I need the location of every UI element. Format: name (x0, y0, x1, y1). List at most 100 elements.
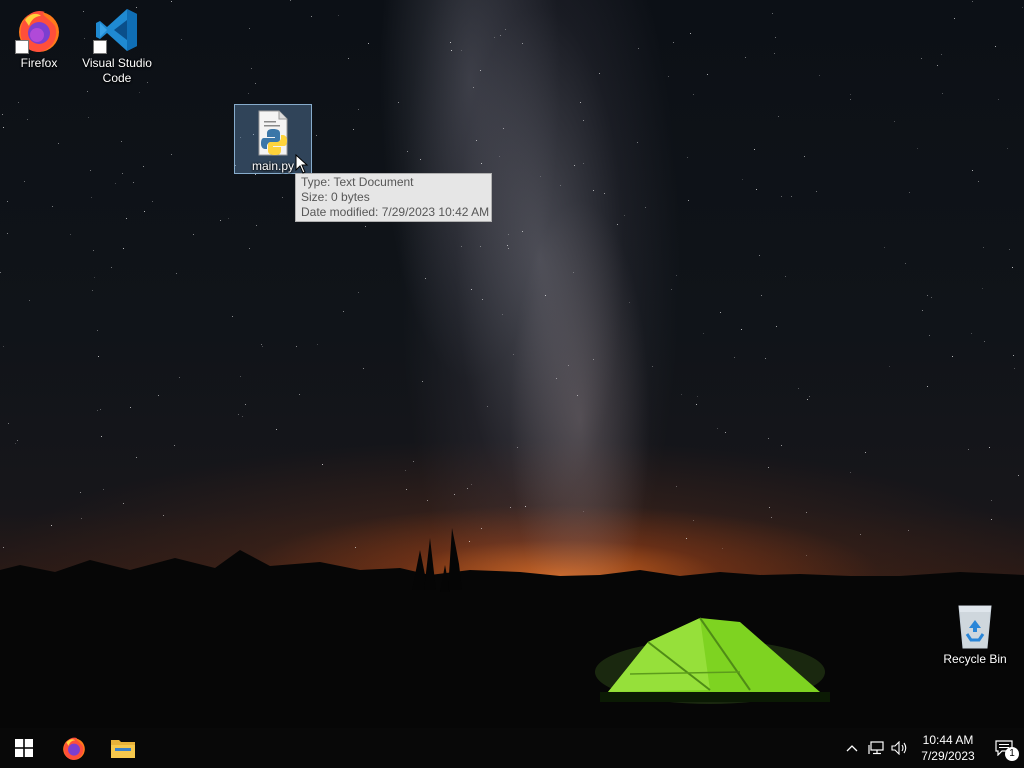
star (481, 163, 482, 164)
file-explorer-taskbar-button[interactable] (99, 728, 147, 768)
star (687, 157, 688, 158)
star (617, 224, 618, 225)
network-icon (868, 741, 884, 755)
star (81, 518, 82, 519)
star (676, 275, 677, 276)
star (143, 166, 144, 167)
clock-date: 7/29/2023 (921, 749, 975, 763)
star (865, 452, 866, 453)
star (94, 277, 95, 278)
star (637, 142, 638, 143)
star (1007, 148, 1008, 149)
star (97, 330, 98, 331)
star (776, 326, 777, 327)
star (927, 386, 928, 387)
star (454, 494, 455, 495)
star (604, 193, 605, 194)
vscode-icon (93, 6, 141, 54)
star (741, 329, 742, 330)
star (593, 359, 594, 360)
star (123, 503, 124, 504)
star (671, 289, 672, 290)
star (91, 197, 92, 198)
star (406, 489, 407, 490)
star (176, 273, 177, 274)
star (968, 449, 969, 450)
star (508, 234, 509, 235)
star (937, 65, 938, 66)
star (103, 489, 104, 490)
star (1009, 249, 1010, 250)
start-button[interactable] (0, 728, 48, 768)
chevron-up-icon (846, 745, 858, 752)
desktop-icon-label: Recycle Bin (943, 652, 1007, 666)
star (772, 13, 773, 14)
tooltip-date-modified: Date modified: 7/29/2023 10:42 AM (301, 205, 490, 219)
star (1012, 267, 1013, 268)
action-center-button[interactable]: 1 (984, 728, 1024, 768)
star (540, 176, 541, 177)
star (754, 149, 755, 150)
star (759, 255, 760, 256)
star (398, 102, 399, 103)
star (668, 76, 669, 77)
star (775, 37, 776, 38)
star (508, 248, 509, 249)
star (781, 196, 782, 197)
star (27, 119, 28, 120)
star (942, 93, 943, 94)
star (407, 151, 408, 152)
star (238, 414, 239, 415)
star (256, 225, 257, 226)
star (673, 42, 674, 43)
folder-icon (111, 740, 135, 758)
star (348, 58, 349, 59)
star (126, 218, 127, 219)
star (905, 263, 906, 264)
star (296, 346, 297, 347)
star (545, 295, 546, 296)
star (7, 201, 8, 202)
volume-tray-button[interactable] (888, 728, 912, 768)
star (769, 507, 770, 508)
star (717, 428, 718, 429)
desktop-icon-recycle-bin[interactable]: Recycle Bin (937, 602, 1013, 667)
star (255, 174, 256, 175)
windows-logo-icon (15, 739, 33, 757)
star (3, 127, 4, 128)
star (720, 312, 721, 313)
star (807, 399, 808, 400)
tooltip-type: Type: Text Document (301, 175, 414, 189)
star (503, 128, 504, 129)
star (420, 159, 421, 160)
desktop-icon-firefox[interactable]: Firefox (1, 6, 77, 71)
taskbar-clock[interactable]: 10:44 AM 7/29/2023 (912, 732, 984, 764)
desktop-icon-vscode[interactable]: Visual Studio Code (79, 6, 155, 86)
star (984, 341, 985, 342)
star (261, 344, 262, 345)
show-hidden-icons-button[interactable] (840, 728, 864, 768)
star (768, 438, 769, 439)
star (599, 73, 600, 74)
network-tray-button[interactable] (864, 728, 888, 768)
star (139, 92, 140, 93)
star (995, 46, 996, 47)
star (781, 445, 782, 446)
star (100, 409, 101, 410)
star (624, 215, 625, 216)
star (24, 181, 25, 182)
star (703, 333, 704, 334)
star (171, 154, 172, 155)
star (133, 182, 134, 183)
firefox-taskbar-button[interactable] (50, 728, 98, 768)
star (522, 43, 523, 44)
star (560, 185, 561, 186)
desktop-wallpaper[interactable] (0, 0, 1024, 728)
star (427, 500, 428, 501)
star (363, 368, 364, 369)
star (690, 33, 691, 34)
star (978, 181, 979, 182)
star (510, 507, 511, 508)
star (171, 1, 172, 2)
star (809, 396, 810, 397)
